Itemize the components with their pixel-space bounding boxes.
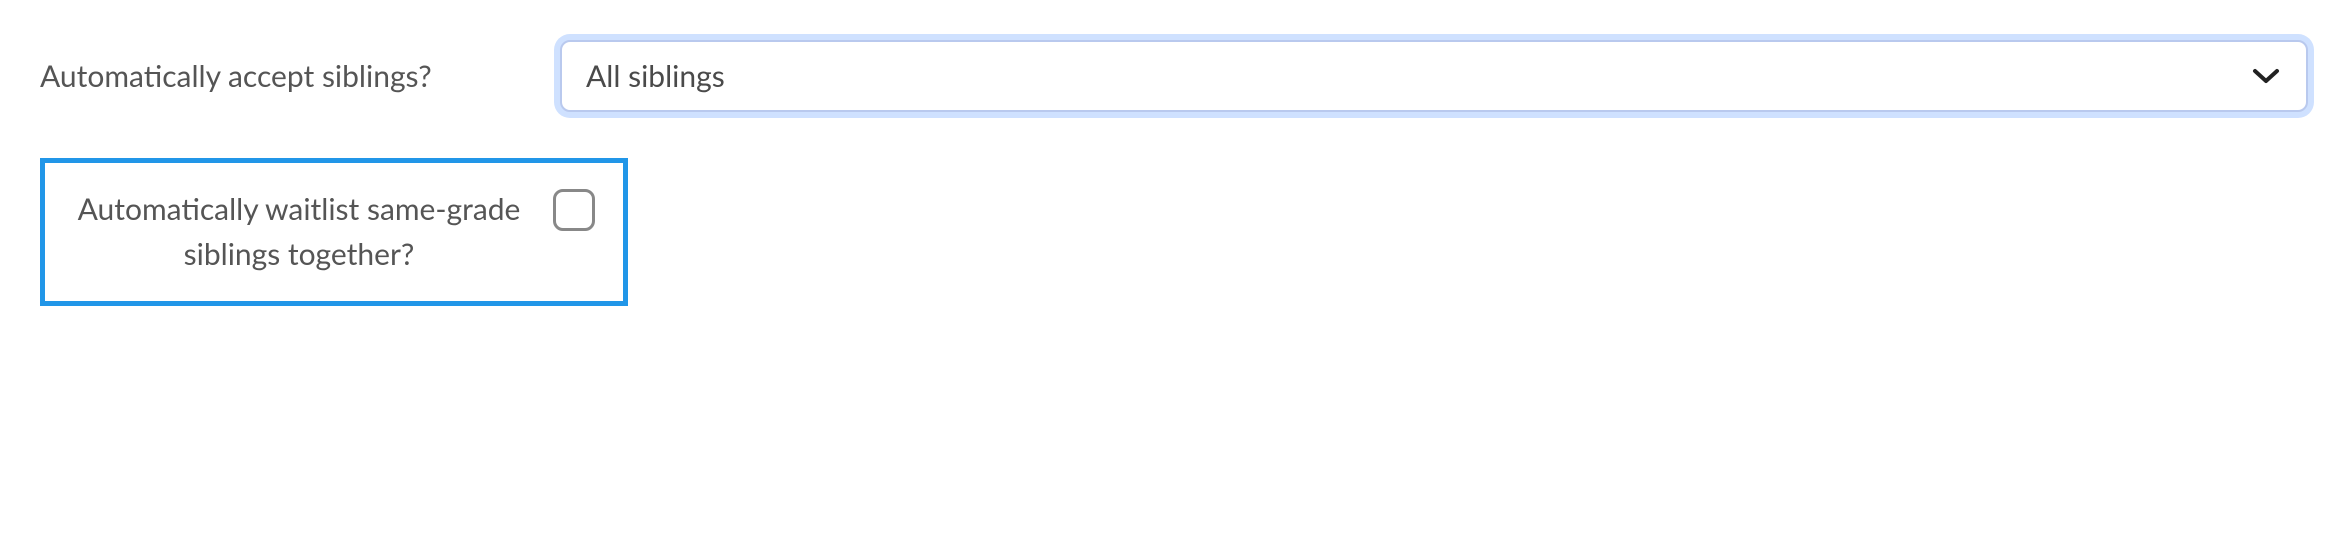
- accept-siblings-label: Automatically accept siblings?: [40, 57, 560, 96]
- waitlist-siblings-checkbox-cell: [529, 187, 595, 231]
- waitlist-siblings-checkbox[interactable]: [553, 189, 595, 231]
- waitlist-siblings-label: Automatically waitlist same-grade siblin…: [69, 187, 529, 277]
- accept-siblings-selected-value: All siblings: [586, 58, 725, 94]
- accept-siblings-select-wrapper: All siblings: [560, 40, 2308, 112]
- accept-siblings-select[interactable]: All siblings: [560, 40, 2308, 112]
- waitlist-siblings-highlight: Automatically waitlist same-grade siblin…: [40, 158, 628, 306]
- accept-siblings-row: Automatically accept siblings? All sibli…: [40, 40, 2308, 112]
